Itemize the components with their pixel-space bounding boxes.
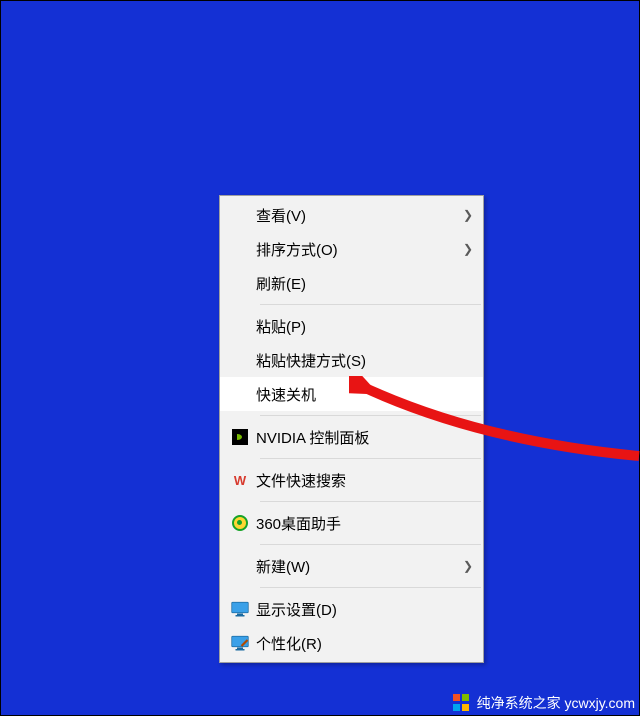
360-icon — [224, 515, 256, 531]
chevron-right-icon: ❯ — [461, 208, 475, 222]
menu-item-paste-shortcut[interactable]: 粘贴快捷方式(S) — [220, 343, 483, 377]
menu-item-nvidia[interactable]: NVIDIA 控制面板 — [220, 420, 483, 454]
menu-item-wps-search[interactable]: W 文件快速搜索 — [220, 463, 483, 497]
menu-label: 文件快速搜索 — [256, 470, 461, 491]
menu-label: 粘贴快捷方式(S) — [256, 350, 461, 371]
menu-separator — [260, 544, 481, 545]
menu-label: 显示设置(D) — [256, 599, 461, 620]
menu-item-refresh[interactable]: 刷新(E) — [220, 266, 483, 300]
wps-icon: W — [224, 473, 256, 488]
menu-item-sort[interactable]: 排序方式(O) ❯ — [220, 232, 483, 266]
menu-label: 快速关机 — [256, 384, 461, 405]
menu-label: 查看(V) — [256, 205, 461, 226]
menu-separator — [260, 458, 481, 459]
menu-label: 个性化(R) — [256, 633, 461, 654]
menu-item-view[interactable]: 查看(V) ❯ — [220, 198, 483, 232]
menu-item-personalize[interactable]: 个性化(R) — [220, 626, 483, 660]
nvidia-icon — [224, 429, 256, 445]
menu-separator — [260, 587, 481, 588]
personalize-icon — [224, 635, 256, 651]
menu-item-quick-shutdown[interactable]: 快速关机 — [220, 377, 483, 411]
menu-label: 刷新(E) — [256, 273, 461, 294]
menu-label: 粘贴(P) — [256, 316, 461, 337]
menu-separator — [260, 501, 481, 502]
desktop-context-menu: 查看(V) ❯ 排序方式(O) ❯ 刷新(E) 粘贴(P) 粘贴快捷方式(S) … — [219, 195, 484, 663]
menu-separator — [260, 304, 481, 305]
menu-label: NVIDIA 控制面板 — [256, 427, 461, 448]
watermark: 纯净系统之家 ycwxjy.com — [453, 693, 635, 713]
menu-separator — [260, 415, 481, 416]
menu-label: 新建(W) — [256, 556, 461, 577]
menu-item-paste[interactable]: 粘贴(P) — [220, 309, 483, 343]
watermark-text: 纯净系统之家 ycwxjy.com — [477, 693, 635, 713]
windows-logo-icon — [453, 694, 471, 712]
monitor-icon — [224, 601, 256, 617]
chevron-right-icon: ❯ — [461, 559, 475, 573]
menu-item-display-settings[interactable]: 显示设置(D) — [220, 592, 483, 626]
menu-item-new[interactable]: 新建(W) ❯ — [220, 549, 483, 583]
menu-label: 排序方式(O) — [256, 239, 461, 260]
menu-item-360-assistant[interactable]: 360桌面助手 — [220, 506, 483, 540]
menu-label: 360桌面助手 — [256, 513, 461, 534]
chevron-right-icon: ❯ — [461, 242, 475, 256]
